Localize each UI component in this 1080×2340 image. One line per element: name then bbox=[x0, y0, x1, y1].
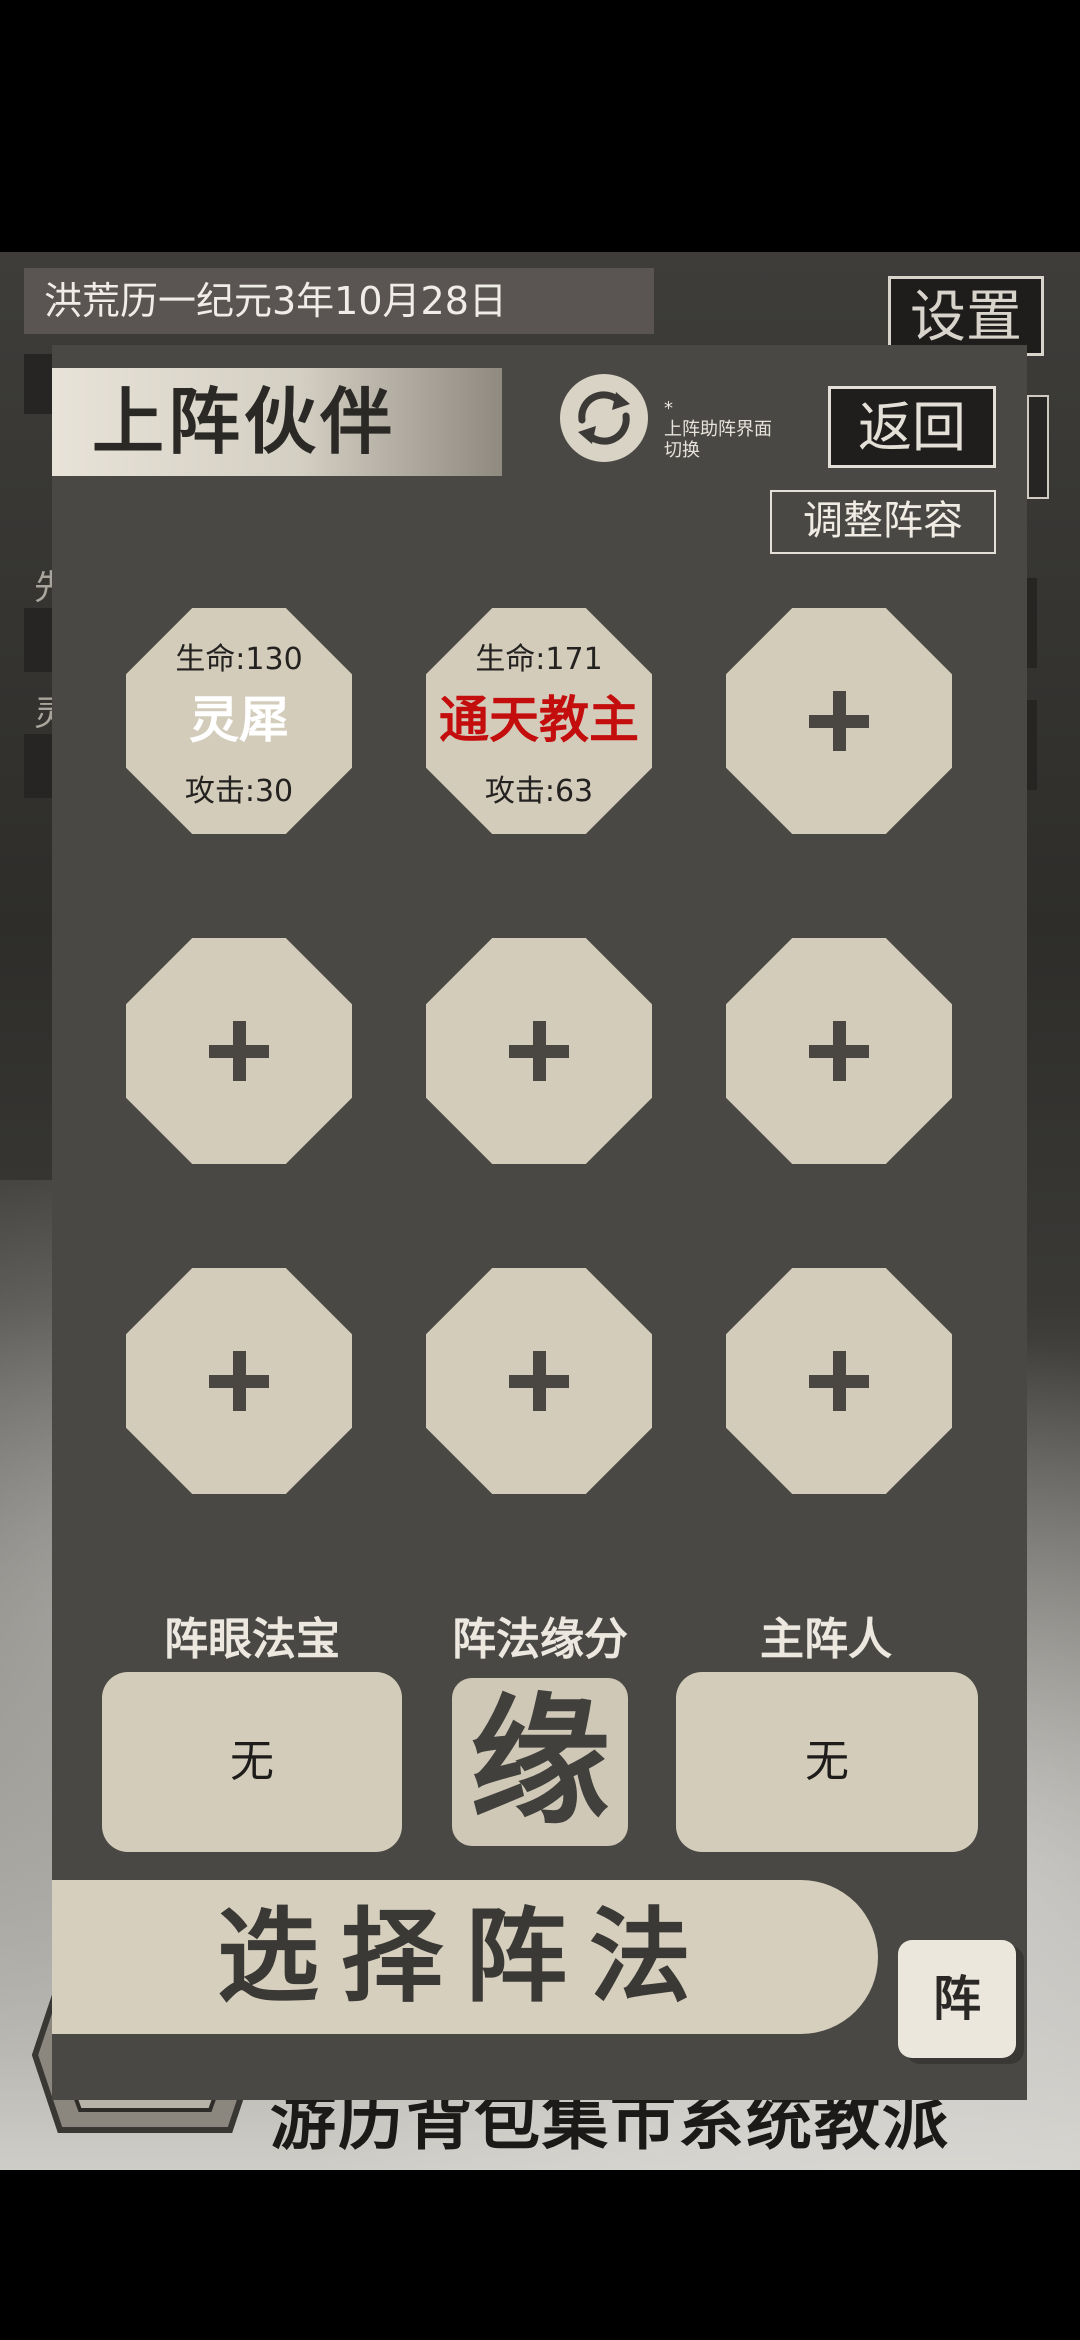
bg-row bbox=[24, 734, 54, 798]
adjust-lineup-button[interactable]: 调整阵容 bbox=[770, 490, 996, 554]
plus-icon bbox=[126, 938, 352, 1164]
fate-label: 阵法缘分 bbox=[452, 1614, 628, 1665]
bg-row bbox=[1027, 700, 1037, 790]
bg-row bbox=[24, 608, 54, 672]
empty-slot[interactable] bbox=[726, 938, 952, 1164]
empty-slot[interactable] bbox=[726, 1268, 952, 1494]
select-formation-button[interactable]: 选择阵法 bbox=[52, 1880, 878, 2034]
settings-button[interactable]: 设置 bbox=[888, 276, 1044, 356]
plus-icon bbox=[426, 938, 652, 1164]
empty-slot[interactable] bbox=[426, 938, 652, 1164]
panel-title: 上阵伙伴 bbox=[52, 368, 502, 476]
fate-button[interactable]: 缘 bbox=[452, 1678, 628, 1846]
plus-icon bbox=[726, 608, 952, 834]
empty-slot[interactable] bbox=[726, 608, 952, 834]
hp-label: 生命:130 bbox=[175, 642, 303, 677]
switch-view-button[interactable] bbox=[560, 374, 648, 462]
note-text: 上阵助阵界面切换 bbox=[664, 419, 772, 461]
refresh-icon bbox=[578, 391, 630, 445]
back-button[interactable]: 返回 bbox=[828, 386, 996, 468]
bg-row bbox=[1027, 578, 1037, 668]
treasure-box[interactable]: 无 bbox=[102, 1672, 402, 1852]
bg-row bbox=[24, 354, 54, 414]
empty-slot[interactable] bbox=[126, 1268, 352, 1494]
partner-slot-2[interactable]: 生命:171 通天教主 攻击:63 bbox=[426, 608, 652, 834]
leader-box[interactable]: 无 bbox=[676, 1672, 978, 1852]
note-mark: * bbox=[664, 398, 673, 419]
formation-button[interactable]: 阵 bbox=[898, 1940, 1016, 2058]
switch-note: * 上阵助阵界面切换 bbox=[664, 398, 774, 461]
treasure-label: 阵眼法宝 bbox=[164, 1614, 340, 1665]
partner-name: 通天教主 bbox=[439, 690, 639, 749]
plus-icon bbox=[726, 938, 952, 1164]
partner-slot-1[interactable]: 生命:130 灵犀 攻击:30 bbox=[126, 608, 352, 834]
leader-label: 主阵人 bbox=[760, 1614, 892, 1665]
hp-label: 生命:171 bbox=[475, 642, 603, 677]
bg-side-button bbox=[1027, 395, 1049, 499]
empty-slot[interactable] bbox=[126, 938, 352, 1164]
date-display: 洪荒历一纪元3年10月28日 bbox=[24, 268, 654, 334]
plus-icon bbox=[726, 1268, 952, 1494]
plus-icon bbox=[126, 1268, 352, 1494]
plus-icon bbox=[426, 1268, 652, 1494]
partner-name: 灵犀 bbox=[189, 690, 289, 749]
empty-slot[interactable] bbox=[426, 1268, 652, 1494]
